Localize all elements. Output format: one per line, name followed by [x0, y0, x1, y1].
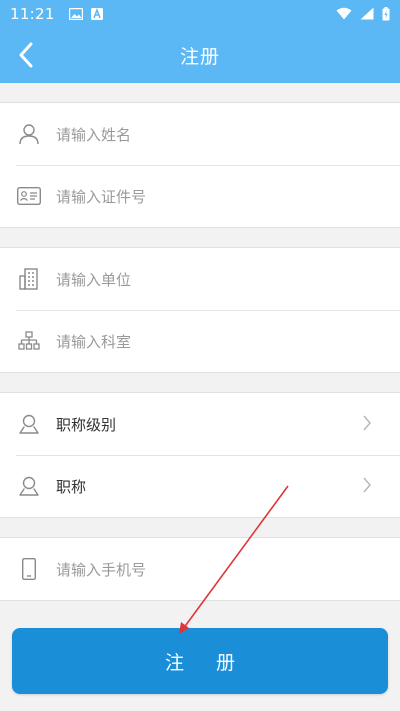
department-input[interactable]: 请输入科室 — [56, 331, 131, 352]
chevron-left-icon — [19, 42, 33, 68]
header: 11:21 注册 — [0, 0, 400, 83]
id-number-input[interactable]: 请输入证件号 — [56, 186, 146, 207]
title-label: 职称 — [56, 477, 87, 496]
profile-icon — [19, 414, 39, 434]
status-bar: 11:21 — [0, 0, 400, 27]
profile-icon — [19, 476, 39, 496]
title-info-group: 职称级别 职称 — [0, 392, 400, 518]
register-button[interactable]: 注册 — [12, 628, 388, 694]
personal-info-group: 请输入姓名 请输入证件号 — [0, 102, 400, 228]
contact-info-group: 请输入手机号 — [0, 537, 400, 601]
unit-input[interactable]: 请输入单位 — [56, 269, 131, 290]
phone-input[interactable]: 请输入手机号 — [56, 559, 146, 580]
phone-field[interactable]: 请输入手机号 — [0, 538, 400, 600]
id-card-icon — [17, 187, 41, 205]
back-button[interactable] — [10, 39, 42, 71]
signal-icon — [360, 7, 374, 20]
wifi-icon — [336, 7, 352, 20]
title-level-label: 职称级别 — [56, 415, 117, 434]
battery-icon — [382, 6, 390, 20]
chevron-right-icon — [363, 477, 371, 493]
image-icon — [68, 7, 83, 20]
title-level-selector[interactable]: 职称级别 — [0, 393, 400, 455]
work-info-group: 请输入单位 请输入科室 — [0, 247, 400, 373]
id-number-field[interactable]: 请输入证件号 — [0, 165, 400, 227]
name-field[interactable]: 请输入姓名 — [0, 103, 400, 165]
name-input[interactable]: 请输入姓名 — [56, 124, 131, 145]
title-selector[interactable]: 职称 — [0, 455, 400, 517]
status-time: 11:21 — [10, 4, 55, 23]
org-chart-icon — [18, 331, 40, 350]
building-icon — [19, 268, 38, 290]
unit-field[interactable]: 请输入单位 — [0, 248, 400, 310]
a-icon — [90, 7, 103, 20]
phone-icon — [22, 558, 36, 580]
page-title: 注册 — [179, 45, 220, 68]
user-icon — [19, 124, 39, 145]
chevron-right-icon — [363, 415, 371, 431]
app-bar: 注册 — [0, 27, 400, 83]
department-field[interactable]: 请输入科室 — [0, 310, 400, 372]
